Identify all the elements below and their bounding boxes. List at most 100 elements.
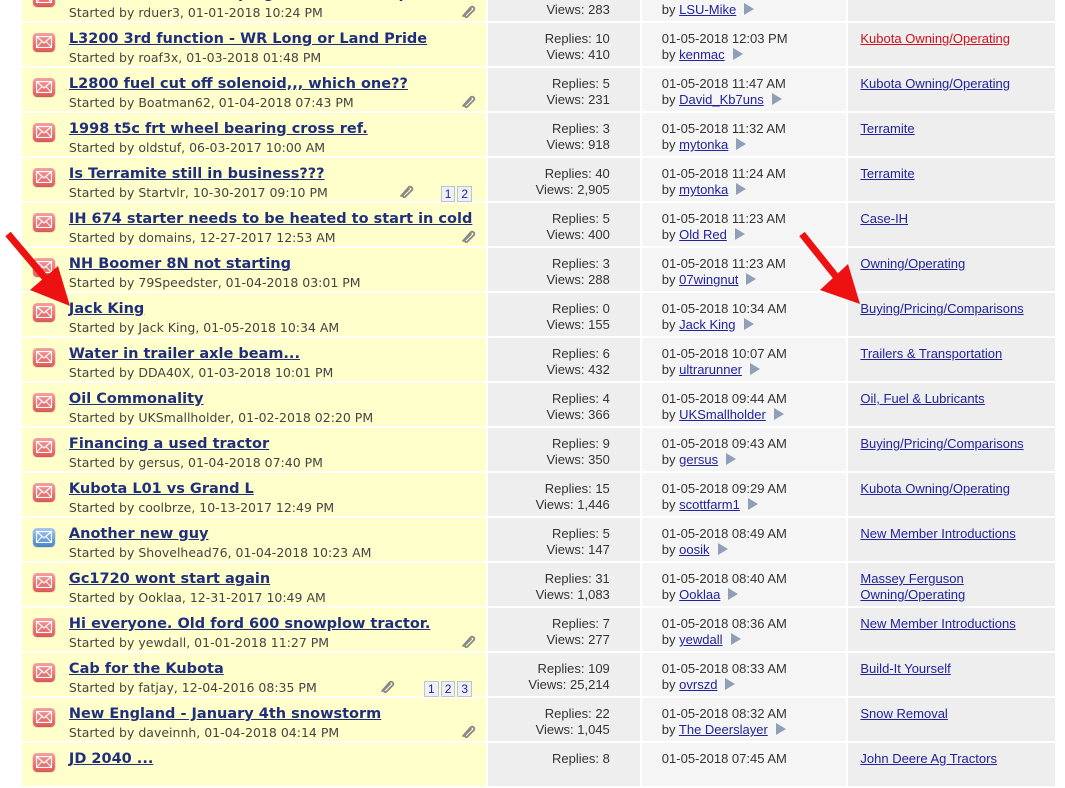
page-links: 123: [424, 681, 473, 697]
forum-cell: Terramite: [846, 113, 1055, 156]
forum-link[interactable]: Owning/Operating: [860, 256, 1050, 272]
forum-cell: Owning/Operating: [846, 248, 1055, 291]
thread-title-link[interactable]: Hi everyone. Old ford 600 snowplow tract…: [69, 616, 430, 632]
thread-stats-cell: Replies: 40 Views: 2,905: [486, 158, 640, 201]
forum-link[interactable]: Massey Ferguson Owning/Operating: [860, 571, 1050, 603]
envelope-red-icon: [33, 303, 55, 321]
thread-title-link[interactable]: Gc1720 wont start again: [69, 571, 270, 587]
thread-title-link[interactable]: Is Terramite still in business???: [69, 166, 325, 182]
last-post-date: 01-05-2018 08:32 AM: [661, 706, 787, 721]
last-poster-link[interactable]: LSU-Mike: [679, 2, 736, 17]
replies-count: Replies: 15: [544, 481, 610, 496]
thread-title-link[interactable]: Financing a used tractor: [69, 436, 269, 452]
page-link[interactable]: 1: [440, 186, 456, 202]
thread-title-link[interactable]: Water in trailer axle beam...: [69, 346, 300, 362]
go-to-last-post-icon[interactable]: [747, 498, 758, 510]
forum-link[interactable]: John Deere Ag Tractors: [860, 751, 1050, 767]
thread-list: Kamilard 2020 Glow plug conversion help?…: [22, 0, 1055, 788]
last-poster-link[interactable]: gersus: [679, 452, 718, 467]
thread-started-by: Started by coolbrze, 10-13-2017 12:49 PM: [68, 500, 335, 515]
go-to-last-post-icon[interactable]: [773, 408, 784, 420]
forum-link[interactable]: Terramite: [860, 121, 1050, 137]
go-to-last-post-icon[interactable]: [750, 363, 761, 375]
go-to-last-post-icon[interactable]: [725, 678, 736, 690]
thread-row: Is Terramite still in business??? Started…: [22, 158, 1055, 203]
envelope-red-icon: [33, 708, 55, 726]
last-poster-link[interactable]: ovrszd: [679, 677, 717, 692]
page-link[interactable]: 2: [457, 186, 473, 202]
last-poster-link[interactable]: mytonka: [679, 137, 728, 152]
go-to-last-post-icon[interactable]: [728, 588, 739, 600]
forum-link[interactable]: Kubota Owning/Operating: [860, 76, 1050, 92]
thread-title-link[interactable]: Another new guy: [69, 526, 209, 542]
forum-link[interactable]: New Member Introductions: [860, 526, 1050, 542]
go-to-last-post-icon[interactable]: [746, 273, 757, 285]
forum-link[interactable]: Kubota Owning/Operating: [860, 31, 1050, 47]
forum-link[interactable]: Case-IH: [860, 211, 1050, 227]
last-poster-link[interactable]: David_Kb7uns: [679, 92, 764, 107]
thread-title-link[interactable]: 1998 t5c frt wheel bearing cross ref.: [69, 121, 368, 137]
thread-title-link[interactable]: L2800 fuel cut off solenoid,,, which one…: [69, 76, 408, 92]
go-to-last-post-icon[interactable]: [775, 723, 786, 735]
last-poster-link[interactable]: yewdall: [679, 632, 722, 647]
thread-title-link[interactable]: L3200 3rd function - WR Long or Land Pri…: [69, 31, 427, 47]
thread-title-link[interactable]: JD 2040 ...: [69, 751, 153, 767]
last-post-by: by UKSmallholder: [662, 407, 784, 422]
last-poster-link[interactable]: kenmac: [679, 47, 725, 62]
forum-link[interactable]: Terramite: [860, 166, 1050, 182]
go-to-last-post-icon[interactable]: [771, 93, 782, 105]
replies-count: Replies: 109: [537, 661, 610, 676]
thread-started-by: Started by yewdall, 01-01-2018 11:27 PM: [68, 635, 330, 650]
last-post-cell: 01-05-2018 09:29 AM by scottfarm1: [639, 473, 847, 516]
go-to-last-post-icon[interactable]: [736, 183, 747, 195]
go-to-last-post-icon[interactable]: [734, 228, 745, 240]
page-link[interactable]: 1: [424, 681, 439, 697]
forum-link[interactable]: New Member Introductions: [860, 616, 1050, 632]
go-to-last-post-icon[interactable]: [717, 543, 728, 555]
last-post-by: by oosik: [662, 542, 728, 557]
last-poster-link[interactable]: UKSmallholder: [679, 407, 766, 422]
thread-row: L2800 fuel cut off solenoid,,, which one…: [22, 68, 1055, 113]
page-link[interactable]: 2: [440, 681, 456, 697]
go-to-last-post-icon[interactable]: [726, 453, 737, 465]
last-poster-link[interactable]: Old Red: [679, 227, 727, 242]
replies-count: Replies: 5: [551, 526, 610, 541]
last-poster-link[interactable]: 07wingnut: [679, 272, 738, 287]
forum-link[interactable]: Oil, Fuel & Lubricants: [860, 391, 1050, 407]
thread-title-link[interactable]: Kamilard 2020 Glow plug conversion help?: [69, 0, 417, 2]
thread-title-link[interactable]: Oil Commonality: [69, 391, 204, 407]
envelope-red-icon: [33, 0, 55, 6]
page-link[interactable]: 3: [457, 681, 473, 697]
forum-link[interactable]: Kubota Owning/Operating: [860, 481, 1050, 497]
forum-cell: John Deere Ag Tractors: [846, 743, 1055, 786]
thread-status-cell: [22, 158, 65, 201]
last-poster-link[interactable]: mytonka: [679, 182, 728, 197]
forum-link[interactable]: Build-It Yourself: [860, 661, 1050, 677]
last-poster-link[interactable]: Ooklaa: [679, 587, 720, 602]
thread-title-link[interactable]: Jack King: [69, 301, 144, 317]
thread-title-link[interactable]: NH Boomer 8N not starting: [69, 256, 291, 272]
thread-status-cell: [22, 68, 65, 111]
forum-link[interactable]: Buying/Pricing/Comparisons: [860, 436, 1050, 452]
go-to-last-post-icon[interactable]: [736, 138, 747, 150]
forum-link[interactable]: Trailers & Transportation: [860, 346, 1050, 362]
go-to-last-post-icon[interactable]: [732, 48, 743, 60]
last-poster-link[interactable]: ultrarunner: [679, 362, 742, 377]
go-to-last-post-icon[interactable]: [744, 3, 755, 15]
forum-link[interactable]: Snow Removal: [860, 706, 1050, 722]
last-poster-link[interactable]: scottfarm1: [679, 497, 740, 512]
replies-count: Replies: 7: [551, 616, 610, 631]
go-to-last-post-icon[interactable]: [730, 633, 741, 645]
thread-started-by: Started by Ooklaa, 12-31-2017 10:49 AM: [68, 590, 326, 605]
replies-count: Replies: 22: [544, 706, 610, 721]
thread-title-link[interactable]: New England - January 4th snowstorm: [69, 706, 381, 722]
thread-title-link[interactable]: IH 674 starter needs to be heated to sta…: [69, 211, 472, 227]
thread-title-link[interactable]: Cab for the Kubota: [69, 661, 224, 677]
go-to-last-post-icon[interactable]: [743, 318, 754, 330]
last-poster-link[interactable]: oosik: [679, 542, 709, 557]
last-poster-link[interactable]: Jack King: [679, 317, 735, 332]
views-count: Views: 432: [546, 362, 610, 377]
forum-link[interactable]: Buying/Pricing/Comparisons: [860, 301, 1050, 317]
last-poster-link[interactable]: The Deerslayer: [679, 722, 768, 737]
thread-title-link[interactable]: Kubota L01 vs Grand L: [69, 481, 254, 497]
